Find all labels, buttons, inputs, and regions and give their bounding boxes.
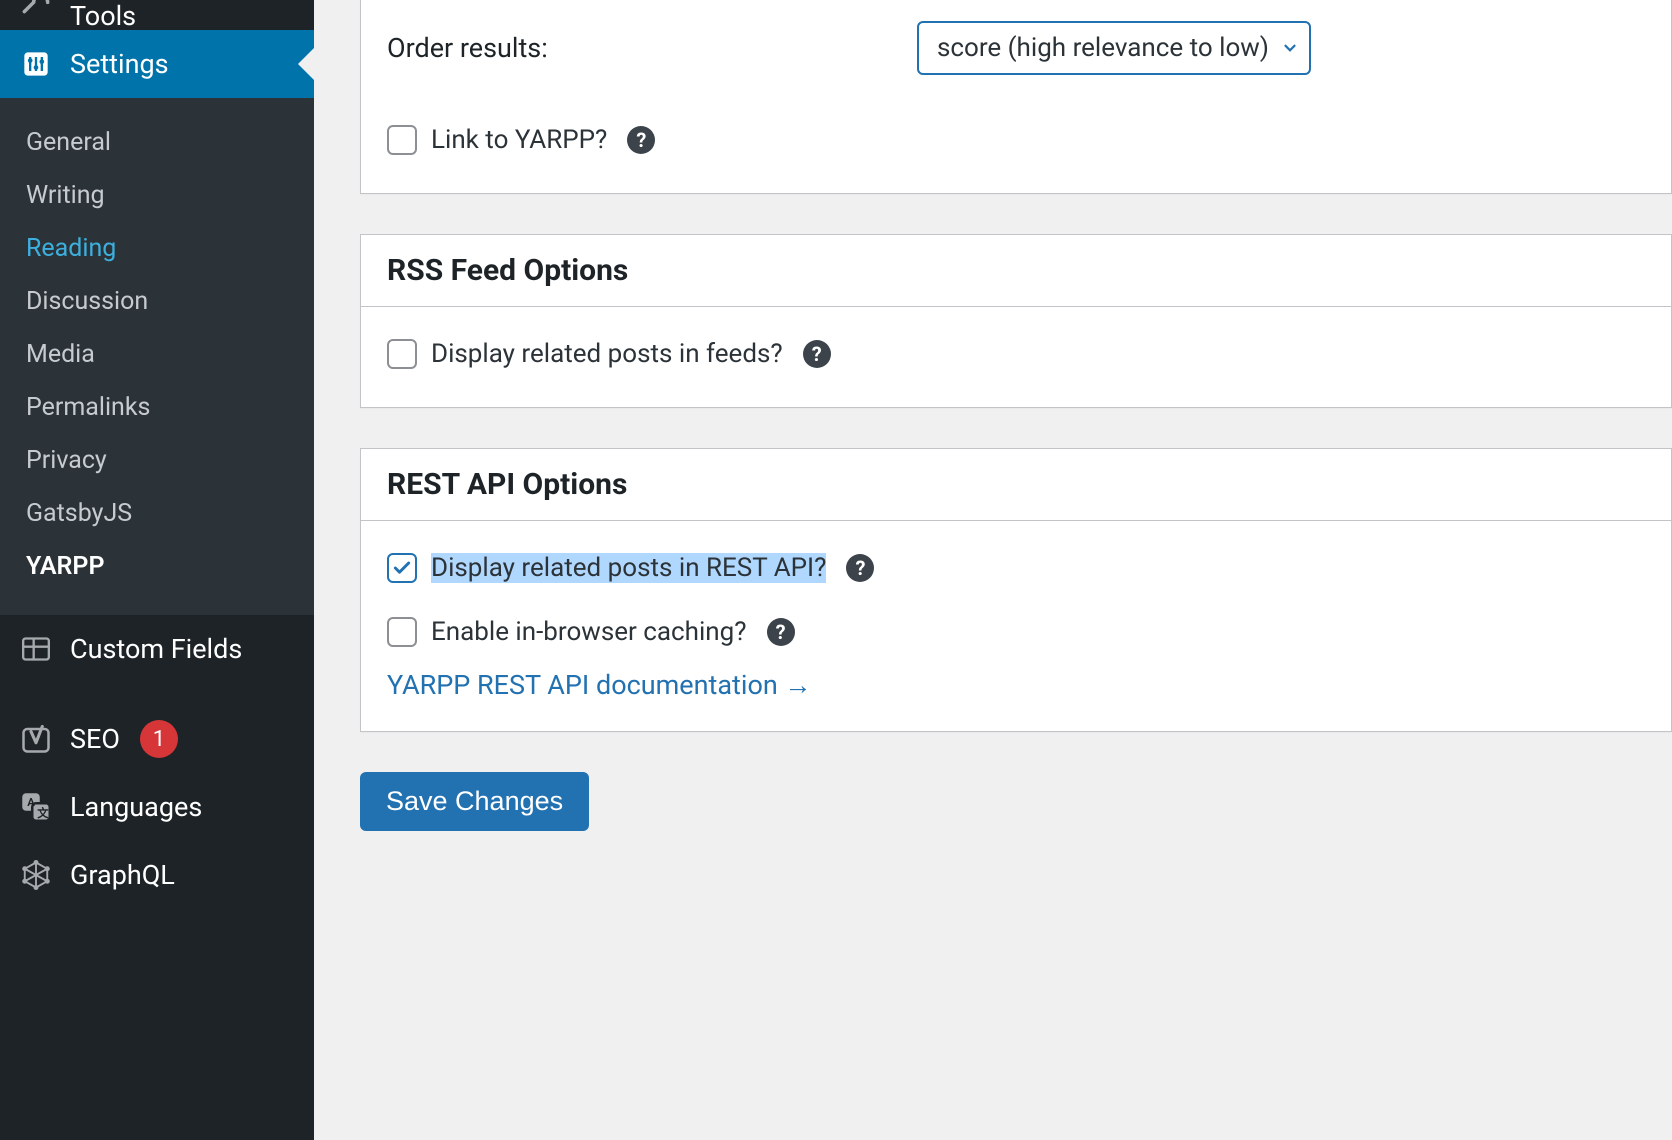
sidebar-item-graphql[interactable]: GraphQL (0, 841, 314, 909)
enable-caching-row: Enable in-browser caching? ? (387, 609, 1645, 655)
sidebar-item-tools[interactable]: Tools (0, 0, 314, 30)
link-to-yarpp-checkbox[interactable] (387, 125, 417, 155)
display-in-feeds-row: Display related posts in feeds? ? (387, 331, 1645, 377)
submenu-permalinks[interactable]: Permalinks (0, 381, 314, 434)
help-icon[interactable]: ? (803, 340, 831, 368)
grid-icon (18, 637, 54, 661)
enable-caching-label: Enable in-browser caching? (431, 617, 747, 647)
submenu-discussion[interactable]: Discussion (0, 275, 314, 328)
display-in-rest-label: Display related posts in REST API? (431, 553, 826, 583)
sidebar-item-label: Custom Fields (70, 633, 242, 665)
rss-feed-options-title: RSS Feed Options (361, 235, 1671, 307)
sidebar-item-languages[interactable]: A 文 Languages (0, 773, 314, 841)
sidebar-item-custom-fields[interactable]: Custom Fields (0, 615, 314, 683)
sidebar-item-label: Settings (70, 48, 169, 80)
main-content: Order results: score (high relevance to … (314, 0, 1672, 1140)
svg-text:A: A (27, 796, 35, 809)
help-icon[interactable]: ? (846, 554, 874, 582)
submenu-gatsbyjs[interactable]: GatsbyJS (0, 487, 314, 540)
rss-feed-options-panel: RSS Feed Options Display related posts i… (360, 234, 1672, 408)
display-options-panel: Order results: score (high relevance to … (360, 0, 1672, 194)
order-results-value: score (high relevance to low) (937, 33, 1269, 63)
rest-api-options-panel: REST API Options Display related posts i… (360, 448, 1672, 732)
link-to-yarpp-label: Link to YARPP? (431, 125, 607, 155)
svg-text:文: 文 (37, 806, 49, 820)
admin-sidebar: Tools Settings General Writing Reading D… (0, 0, 314, 1140)
help-icon[interactable]: ? (627, 126, 655, 154)
yoast-icon (18, 724, 54, 754)
save-changes-button[interactable]: Save Changes (360, 772, 589, 831)
sidebar-item-seo[interactable]: SEO 1 (0, 705, 314, 773)
seo-badge: 1 (140, 720, 178, 758)
settings-submenu: General Writing Reading Discussion Media… (0, 98, 314, 615)
rest-api-options-title: REST API Options (361, 449, 1671, 521)
submenu-reading[interactable]: Reading (0, 222, 314, 275)
submenu-writing[interactable]: Writing (0, 169, 314, 222)
sidebar-item-label: Languages (70, 791, 202, 823)
enable-caching-checkbox[interactable] (387, 617, 417, 647)
sliders-icon (18, 50, 54, 78)
display-in-feeds-label: Display related posts in feeds? (431, 339, 783, 369)
yarpp-rest-api-doc-link[interactable]: YARPP REST API documentation → (387, 669, 811, 701)
sidebar-item-settings[interactable]: Settings (0, 30, 314, 98)
order-results-label: Order results: (387, 32, 903, 64)
submenu-yarpp[interactable]: YARPP (0, 540, 314, 593)
chevron-down-icon (1281, 39, 1299, 57)
wrench-icon (18, 0, 54, 14)
display-in-rest-row: Display related posts in REST API? ? (387, 545, 1645, 591)
display-in-feeds-checkbox[interactable] (387, 339, 417, 369)
sidebar-item-label: Tools (70, 0, 136, 32)
help-icon[interactable]: ? (767, 618, 795, 646)
sidebar-item-label: GraphQL (70, 859, 175, 891)
sidebar-item-label: SEO (70, 723, 120, 755)
order-results-select[interactable]: score (high relevance to low) (917, 21, 1311, 75)
graphql-icon (18, 860, 54, 890)
link-to-yarpp-row: Link to YARPP? ? (387, 117, 1645, 163)
submenu-media[interactable]: Media (0, 328, 314, 381)
translate-icon: A 文 (18, 792, 54, 822)
display-in-rest-checkbox[interactable] (387, 553, 417, 583)
submenu-privacy[interactable]: Privacy (0, 434, 314, 487)
order-results-row: Order results: score (high relevance to … (387, 13, 1645, 83)
submenu-general[interactable]: General (0, 116, 314, 169)
